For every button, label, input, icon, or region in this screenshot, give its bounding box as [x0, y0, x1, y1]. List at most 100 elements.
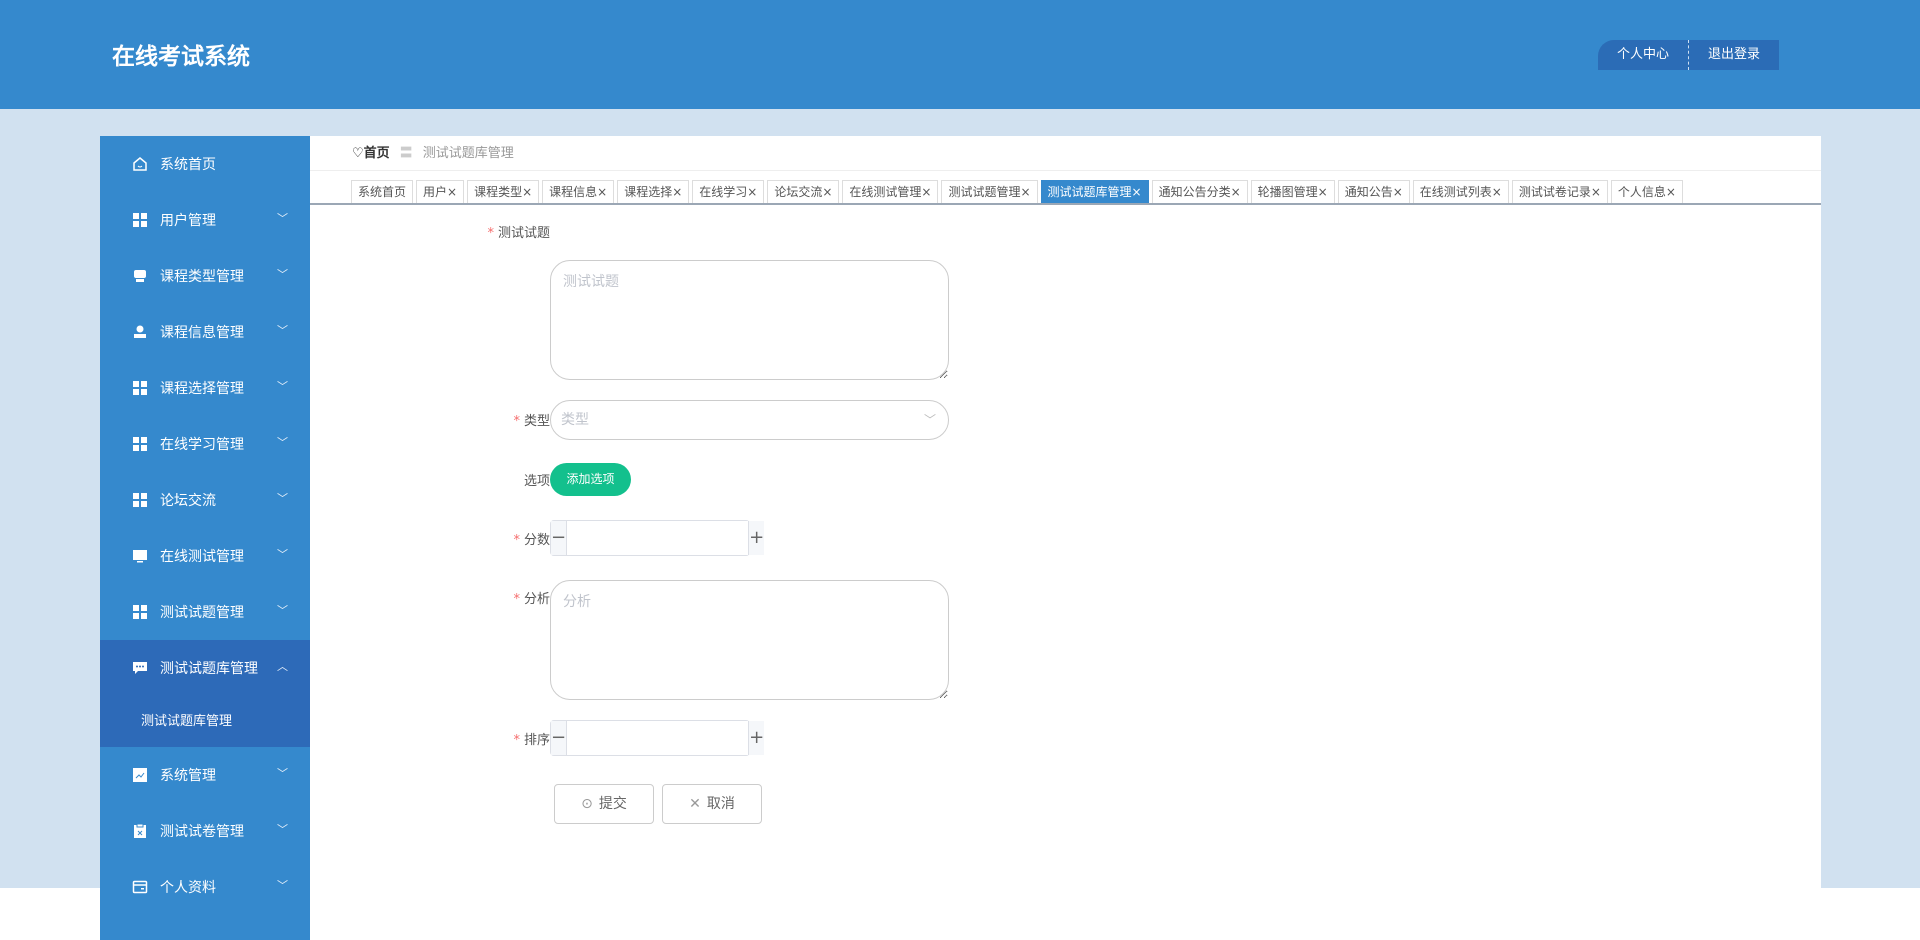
- stamp-icon: [132, 324, 148, 340]
- tab[interactable]: 课程类型×: [467, 180, 540, 203]
- tab[interactable]: 在线测试管理×: [842, 180, 939, 203]
- tab[interactable]: 用户×: [416, 180, 465, 203]
- personal-center-button[interactable]: 个人中心: [1598, 40, 1688, 70]
- sidebar-item-label: 用户管理: [160, 213, 216, 229]
- sort-label: * 排序: [513, 733, 550, 748]
- score-decrease-button[interactable]: −: [551, 521, 568, 555]
- sidebar-item[interactable]: 论坛交流 ﹀: [100, 472, 310, 528]
- sidebar-item[interactable]: 在线学习管理 ﹀: [100, 416, 310, 472]
- chevron-down-icon: ﹀: [277, 212, 288, 225]
- card-icon: [132, 879, 148, 895]
- type-select[interactable]: 类型 ﹀: [550, 400, 949, 440]
- tab[interactable]: 论坛交流×: [767, 180, 840, 203]
- analysis-label: * 分析: [513, 592, 550, 607]
- breadcrumb-home[interactable]: 首页: [364, 144, 390, 164]
- tab[interactable]: 个人信息×: [1610, 180, 1683, 203]
- sidebar-item-label: 课程选择管理: [160, 381, 244, 397]
- sidebar-item[interactable]: 课程信息管理 ﹀: [100, 304, 310, 360]
- tab[interactable]: 轮播图管理×: [1250, 180, 1335, 203]
- question-label: * 测试试题: [487, 226, 550, 241]
- sidebar-item-label: 测试试题库管理: [160, 661, 258, 677]
- chevron-down-icon: ﹀: [923, 413, 936, 427]
- chevron-down-icon: ﹀: [277, 879, 288, 892]
- tab[interactable]: 通知公告×: [1337, 180, 1410, 203]
- heart-icon: ♡: [352, 146, 364, 161]
- sidebar: 系统首页 用户管理 ﹀ 课程类型管理 ﹀ 课程信息管理 ﹀ 课程选择管理 ﹀ 在线学习管理 ﹀ 论坛交…: [100, 136, 310, 940]
- chart-icon: [132, 767, 148, 783]
- score-input[interactable]: [567, 521, 749, 555]
- cancel-button[interactable]: ✕ 取消: [662, 784, 762, 824]
- chevron-down-icon: ﹀: [277, 324, 288, 337]
- sort-decrease-button[interactable]: −: [551, 721, 568, 755]
- tray-icon: [132, 268, 148, 284]
- sidebar-item[interactable]: 系统首页: [100, 136, 310, 192]
- sidebar-item-label: 课程类型管理: [160, 269, 244, 285]
- main-content: ♡ 首页 〓 测试试题库管理 系统首页 用户× 课程类型× 课程信息× 课程选择× 在线学…: [310, 136, 1821, 888]
- tab[interactable]: 课程选择×: [617, 180, 690, 203]
- breadcrumb-current: 测试试题库管理: [422, 146, 514, 161]
- sidebar-item-label: 在线测试管理: [160, 549, 244, 565]
- monitor-icon: [132, 548, 148, 564]
- logout-button[interactable]: 退出登录: [1689, 40, 1779, 70]
- sort-stepper: − +: [550, 720, 765, 756]
- chevron-down-icon: ﹀: [277, 268, 288, 281]
- chevron-down-icon: ﹀: [277, 380, 288, 393]
- tab[interactable]: 在线学习×: [692, 180, 765, 203]
- chevron-down-icon: ﹀: [277, 548, 288, 561]
- sidebar-item-label: 课程信息管理: [160, 325, 244, 341]
- sidebar-item[interactable]: 在线测试管理 ﹀: [100, 528, 310, 584]
- grid-icon: [132, 492, 148, 508]
- chat-icon: [132, 660, 148, 676]
- tab[interactable]: 课程信息×: [542, 180, 615, 203]
- score-label: * 分数: [513, 533, 550, 548]
- chevron-down-icon: ﹀: [277, 436, 288, 449]
- chevron-down-icon: ﹀: [277, 492, 288, 505]
- tab-bar: 系统首页 用户× 课程类型× 课程信息× 课程选择× 在线学习× 论坛交流× 在线测试管理× 测…: [351, 180, 1683, 203]
- sidebar-item-label: 测试试卷管理: [160, 824, 244, 840]
- tab[interactable]: 在线测试列表×: [1412, 180, 1509, 203]
- sidebar-item-label: 测试试题管理: [160, 605, 244, 621]
- grid-icon: [132, 436, 148, 452]
- sidebar-item-label: 个人资料: [160, 880, 216, 896]
- chevron-down-icon: ﹀: [277, 767, 288, 780]
- sidebar-item-label: 在线学习管理: [160, 437, 244, 453]
- sidebar-item[interactable]: 用户管理 ﹀: [100, 192, 310, 248]
- grid-icon: [132, 604, 148, 620]
- breadcrumb: ♡ 首页 〓 测试试题库管理: [352, 144, 514, 164]
- sidebar-item-label: 系统首页: [160, 157, 216, 173]
- divider: [310, 170, 1821, 171]
- check-circle-icon: ⊙: [581, 796, 593, 812]
- score-increase-button[interactable]: +: [748, 521, 765, 555]
- tab[interactable]: 测试试题库管理×: [1040, 180, 1149, 203]
- sidebar-item[interactable]: 测试试题库管理 ︿: [100, 640, 310, 696]
- sort-increase-button[interactable]: +: [748, 721, 765, 755]
- question-textarea[interactable]: [550, 260, 949, 380]
- sidebar-item[interactable]: 课程选择管理 ﹀: [100, 360, 310, 416]
- grid-icon: [132, 380, 148, 396]
- sidebar-item[interactable]: 课程类型管理 ﹀: [100, 248, 310, 304]
- type-placeholder: 类型: [561, 412, 589, 428]
- app-title: 在线考试系统: [112, 44, 250, 70]
- type-label: * 类型: [513, 414, 550, 429]
- submit-button[interactable]: ⊙ 提交: [554, 784, 654, 824]
- add-option-button[interactable]: 添加选项: [550, 463, 631, 496]
- sidebar-item[interactable]: 测试试题管理 ﹀: [100, 584, 310, 640]
- sidebar-subitem[interactable]: 测试试题库管理: [100, 696, 310, 747]
- tab[interactable]: 测试试卷记录×: [1511, 180, 1608, 203]
- close-icon: ✕: [689, 796, 701, 812]
- clipboard-icon: [132, 823, 148, 839]
- sidebar-item[interactable]: 测试试卷管理 ﹀: [100, 803, 310, 859]
- header: 在线考试系统 个人中心 退出登录: [0, 0, 1920, 109]
- home-icon: [132, 156, 148, 172]
- sort-input[interactable]: [567, 721, 749, 755]
- grid-icon: [132, 212, 148, 228]
- analysis-textarea[interactable]: [550, 580, 949, 700]
- tab[interactable]: 系统首页: [351, 180, 414, 203]
- sidebar-item[interactable]: 系统管理 ﹀: [100, 747, 310, 803]
- sidebar-item[interactable]: 个人资料 ﹀: [100, 859, 310, 915]
- options-label: 选项: [523, 474, 550, 489]
- header-buttons: 个人中心 退出登录: [1598, 40, 1780, 70]
- tab[interactable]: 通知公告分类×: [1151, 180, 1248, 203]
- tab[interactable]: 测试试题管理×: [941, 180, 1038, 203]
- chevron-down-icon: ﹀: [277, 604, 288, 617]
